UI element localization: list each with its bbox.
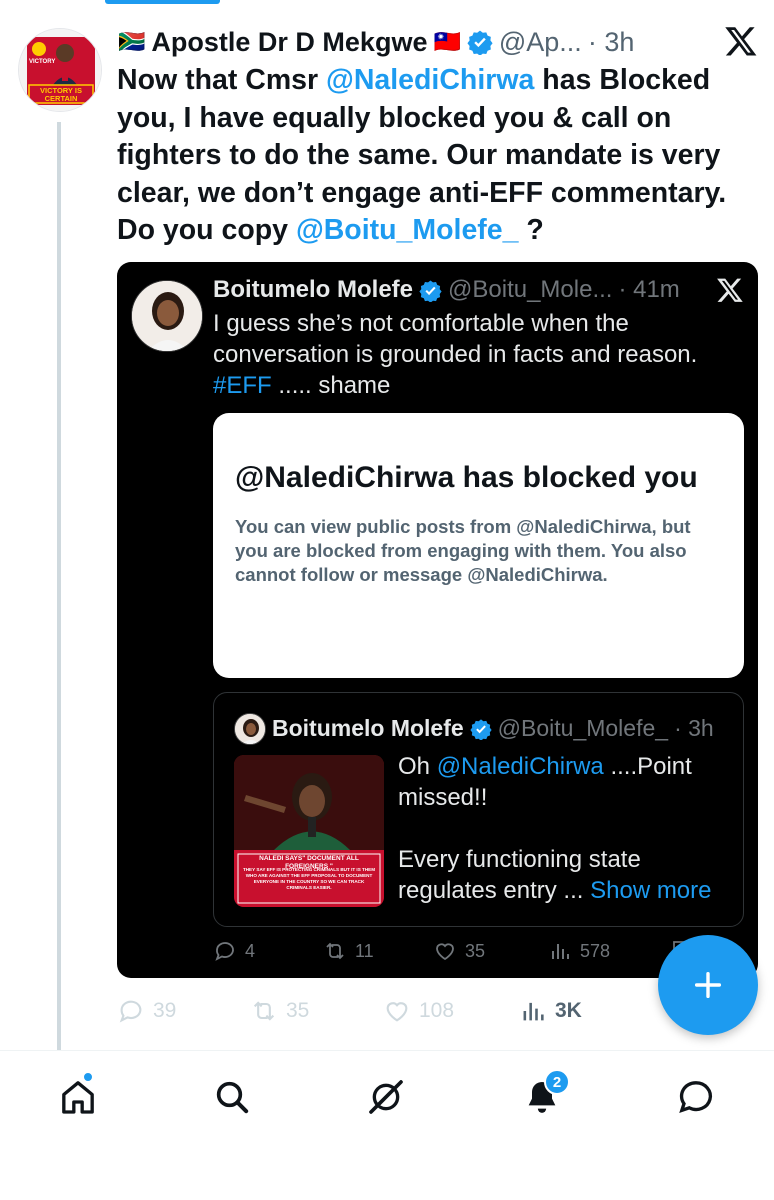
flag-right: 🇹🇼 (433, 29, 461, 54)
nested-text-part: Oh (398, 753, 437, 780)
views-icon (523, 1002, 544, 1021)
tweet-header: 🇿🇦 Apostle Dr D Mekgwe 🇹🇼 @Ap... · 3h (118, 24, 758, 60)
mention-link[interactable]: @NalediChirwa (326, 64, 534, 96)
compose-button[interactable] (658, 935, 758, 1035)
quoted-tweet-screenshot[interactable]: Boitumelo Molefe @Boitu_Mole... · 41m I … (117, 262, 758, 978)
blocked-title: @NalediChirwa has blocked you (235, 461, 698, 494)
nested-author-avatar (234, 713, 266, 745)
repost-icon (253, 1001, 275, 1021)
view-count: 3K (555, 999, 582, 1022)
quote-author-name: Boitumelo Molefe (213, 276, 414, 303)
count: 4 (245, 940, 256, 961)
nested-quoted-tweet: Boitumelo Molefe @Boitu_Molefe_ · 3h NAL… (213, 692, 744, 927)
blocked-notice-card: @NalediChirwa has blocked you You can vi… (213, 413, 744, 678)
quote-text: I guess she’s not comfortable when the c… (213, 308, 743, 401)
nested-tweet-image: NALEDI SAYS" DOCUMENT ALL FOREIGNERS " T… (234, 755, 384, 907)
nav-messages[interactable] (672, 1073, 720, 1121)
tweet-text-part: ? (518, 214, 544, 246)
nav-home[interactable] (54, 1071, 102, 1121)
like-count: 108 (419, 999, 455, 1022)
reply-count: 39 (153, 999, 177, 1022)
plus-icon (694, 971, 722, 999)
search-icon (216, 1081, 249, 1114)
tweet-text: Now that Cmsr @NalediChirwa has Blocked … (117, 62, 757, 250)
nested-header: Boitumelo Molefe @Boitu_Molefe_ · 3h (272, 715, 714, 742)
repost-count: 35 (286, 999, 310, 1022)
heart-icon (436, 943, 454, 961)
views-button[interactable]: 3K (519, 997, 649, 1025)
mention-link[interactable]: @Boitu_Molefe_ (296, 214, 519, 246)
nested-author-name: Boitumelo Molefe (272, 715, 464, 741)
reply-button[interactable]: 39 (117, 997, 250, 1025)
image-subcaption: THEY SAY EFF IS PROTECTING CRIMINALS BUT… (242, 867, 376, 890)
author-name[interactable]: Apostle Dr D Mekgwe (151, 27, 427, 58)
nav-grok[interactable] (362, 1073, 410, 1121)
tweet-time[interactable]: · 3h (588, 27, 635, 58)
quote-reply-count: 4 (213, 939, 323, 963)
show-more-link: Show more (590, 877, 712, 904)
home-icon (62, 1081, 94, 1114)
bottom-nav: 2 (0, 1050, 774, 1200)
quote-header: Boitumelo Molefe @Boitu_Mole... · 41m (213, 276, 680, 304)
count: 35 (465, 940, 486, 961)
heart-icon (386, 1002, 408, 1022)
avatar-banner-text: VICTORY IS CERTAIN (40, 86, 82, 103)
repost-icon (326, 942, 344, 960)
hashtag: #EFF (213, 372, 272, 399)
reply-icon (215, 942, 234, 961)
mention-link: @NalediChirwa (436, 753, 604, 780)
quote-text-part: ..... shame (271, 372, 391, 399)
verified-badge-icon (467, 30, 493, 55)
author-handle[interactable]: @Ap... (499, 27, 582, 58)
notifications-badge: 2 (544, 1069, 570, 1095)
nested-time: · 3h (674, 715, 714, 741)
quote-author-avatar (131, 280, 203, 352)
home-notification-dot (82, 1071, 94, 1083)
author-avatar[interactable]: VICTORY IS CERTAIN VICTORY (18, 28, 102, 112)
nav-notifications[interactable]: 2 (518, 1069, 570, 1121)
tweet-text-part: Now that Cmsr (117, 64, 327, 96)
blocked-description: You can view public posts from @NalediCh… (235, 516, 691, 585)
views-icon (552, 944, 569, 959)
like-button[interactable]: 108 (383, 997, 519, 1025)
thread-line (57, 122, 61, 1050)
nav-search[interactable] (208, 1073, 256, 1121)
reply-icon (119, 1000, 142, 1023)
grok-icon (369, 1080, 403, 1114)
messages-icon (679, 1081, 712, 1113)
avatar-top-text: VICTORY (29, 59, 56, 65)
verified-badge-icon (470, 718, 492, 740)
repost-button[interactable]: 35 (250, 997, 383, 1025)
quote-repost-count: 11 (323, 939, 433, 963)
verified-badge-icon (419, 279, 442, 302)
quote-time: · 41m (618, 276, 680, 303)
count: 11 (355, 940, 374, 961)
quote-author-handle: @Boitu_Mole... (448, 276, 613, 303)
quote-view-count: 578 (548, 939, 668, 963)
nested-author-handle: @Boitu_Molefe_ (497, 715, 669, 741)
nested-text: Oh @NalediChirwa ....Point missed!! Every… (398, 751, 728, 906)
quote-text-part: I guess she’s not comfortable when the c… (213, 310, 698, 368)
loading-progress-bar (105, 0, 220, 4)
flag-left: 🇿🇦 (118, 29, 146, 54)
x-logo-icon[interactable] (724, 24, 758, 58)
count: 578 (580, 940, 611, 961)
x-logo-icon (717, 278, 743, 302)
quote-like-count: 35 (433, 939, 548, 963)
